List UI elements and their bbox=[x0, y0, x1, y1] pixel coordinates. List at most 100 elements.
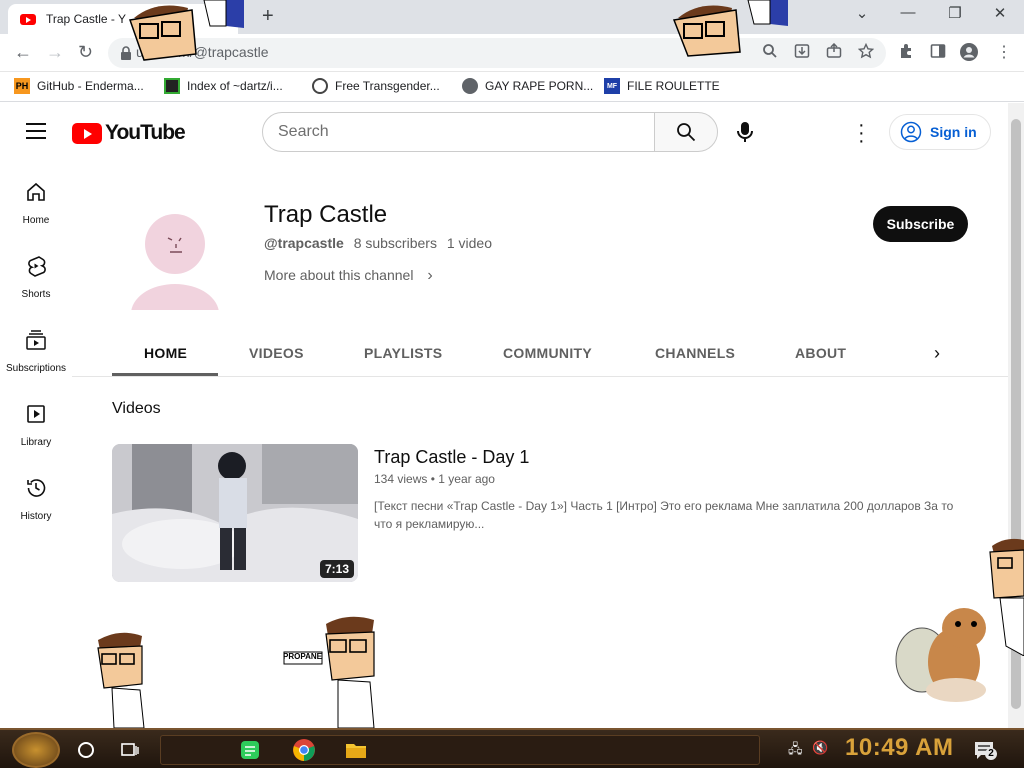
side-panel-icon[interactable] bbox=[930, 43, 946, 59]
bookmark-item[interactable]: Index of ~dartz/i... bbox=[164, 78, 283, 94]
history-icon bbox=[27, 479, 46, 497]
video-description: [Текст песни «Trap Castle - Day 1»] Част… bbox=[374, 499, 954, 531]
sign-in-label: Sign in bbox=[930, 124, 977, 140]
video-meta: 134 views • 1 year ago bbox=[374, 472, 495, 486]
bookmark-item[interactable]: MF FILE ROULETTE bbox=[604, 78, 720, 94]
logo-text: YouTube bbox=[105, 121, 186, 144]
ph-icon: PH bbox=[14, 78, 30, 94]
tab-channels[interactable]: CHANNELS bbox=[655, 345, 735, 361]
bookmark-star-icon[interactable] bbox=[858, 43, 874, 59]
cortana-icon[interactable] bbox=[74, 738, 98, 762]
cartoon-face-sticker-icon bbox=[672, 0, 788, 57]
settings-dots-icon[interactable]: · · · bbox=[858, 115, 865, 151]
tab-title: Trap Castle - Y bbox=[46, 12, 127, 26]
tab-about[interactable]: ABOUT bbox=[795, 345, 846, 361]
restore-button[interactable]: ❐ bbox=[935, 4, 975, 22]
section-title: Videos bbox=[112, 400, 161, 417]
video-duration: 7:13 bbox=[319, 560, 354, 578]
propane-sign: PROPANE bbox=[283, 652, 322, 661]
bookmark-item[interactable]: GAY RAPE PORN... bbox=[462, 78, 593, 94]
bookmarks-bar: PH GitHub - Enderma... Index of ~dartz/i… bbox=[0, 72, 1024, 102]
subscriptions-icon bbox=[26, 330, 46, 350]
tab-home[interactable]: HOME bbox=[144, 345, 187, 361]
hamster-sticker-icon bbox=[895, 608, 986, 702]
shorts-icon bbox=[28, 256, 46, 277]
bookmark-label: GitHub - Enderma... bbox=[37, 79, 144, 93]
library-icon bbox=[27, 405, 45, 423]
subscribe-button[interactable]: Subscribe bbox=[873, 206, 968, 242]
volume-muted-icon[interactable]: 🔇 bbox=[812, 740, 828, 756]
channel-tabs: HOME VIDEOS PLAYLISTS COMMUNITY CHANNELS… bbox=[72, 331, 1008, 377]
new-tab-button[interactable]: + bbox=[262, 5, 274, 28]
close-window-button[interactable]: ✕ bbox=[980, 4, 1020, 22]
sidebar-item-subscriptions[interactable]: Subscriptions bbox=[0, 329, 72, 376]
task-view-icon[interactable] bbox=[118, 738, 142, 762]
forward-arrow-icon[interactable]: → bbox=[46, 42, 64, 63]
bookmark-label: FILE ROULETTE bbox=[627, 79, 720, 93]
youtube-page: YouTube Search · · · Sign in Home Shorts S… bbox=[0, 103, 1008, 728]
bookmark-item[interactable]: PH GitHub - Enderma... bbox=[14, 78, 144, 94]
tabs-next-chevron-icon[interactable]: › bbox=[934, 343, 940, 364]
video-title[interactable]: Trap Castle - Day 1 bbox=[374, 447, 529, 468]
sidebar-label: Shorts bbox=[21, 289, 51, 300]
chrome-menu-icon[interactable]: ⋮ bbox=[996, 42, 1012, 62]
taskbar-clock[interactable]: 10:49 AM bbox=[845, 734, 953, 762]
sidebar-label: Home bbox=[22, 215, 50, 226]
more-about-channel-link[interactable]: More about this channel › bbox=[264, 267, 433, 285]
youtube-play-icon bbox=[72, 122, 102, 144]
channel-meta: @trapcastle 8 subscribers 1 video bbox=[264, 235, 492, 251]
youtube-favicon-icon bbox=[20, 13, 36, 25]
sidebar-label: Subscriptions bbox=[5, 363, 67, 374]
video-thumbnail[interactable]: 7:13 bbox=[112, 444, 358, 582]
share-icon[interactable] bbox=[826, 43, 842, 59]
channel-handle: @trapcastle bbox=[264, 235, 344, 251]
tab-videos[interactable]: VIDEOS bbox=[249, 345, 304, 361]
network-icon[interactable]: 🖧 bbox=[788, 740, 803, 762]
sidebar-item-library[interactable]: Library bbox=[0, 403, 72, 450]
tab-playlists[interactable]: PLAYLISTS bbox=[364, 345, 442, 361]
bookmark-label: Index of ~dartz/i... bbox=[187, 79, 283, 93]
cartoon-propane-man-icon bbox=[283, 616, 375, 728]
globe-icon bbox=[462, 78, 478, 94]
sidebar-item-shorts[interactable]: Shorts bbox=[0, 255, 72, 302]
cartoon-thinking-man-icon bbox=[97, 632, 145, 728]
bookmark-item[interactable]: Free Transgender... bbox=[312, 78, 440, 94]
chevron-right-icon: › bbox=[427, 267, 433, 284]
chrome-icon[interactable] bbox=[292, 738, 316, 762]
tab-search-icon[interactable]: ⌄ bbox=[842, 4, 882, 22]
channel-avatar bbox=[127, 210, 223, 310]
sidebar-label: History bbox=[20, 511, 52, 522]
cartoon-face-edge-icon bbox=[989, 538, 1024, 656]
sidebar-item-history[interactable]: History bbox=[0, 477, 72, 524]
view-count: 134 views bbox=[374, 472, 428, 486]
account-icon bbox=[900, 121, 922, 143]
notes-app-icon[interactable] bbox=[238, 738, 262, 762]
profile-avatar-icon[interactable] bbox=[960, 43, 978, 61]
mask-icon bbox=[312, 78, 328, 94]
search-input[interactable]: Search bbox=[262, 112, 655, 152]
microphone-icon[interactable] bbox=[736, 121, 754, 143]
active-tab-indicator bbox=[112, 373, 218, 376]
reload-icon[interactable]: ↻ bbox=[78, 42, 93, 63]
roulette-icon: MF bbox=[604, 78, 620, 94]
install-app-icon[interactable] bbox=[794, 43, 810, 59]
notification-count-badge: 2 bbox=[985, 748, 997, 760]
bookmark-label: GAY RAPE PORN... bbox=[485, 79, 594, 93]
start-button[interactable] bbox=[12, 732, 60, 768]
search-icon bbox=[677, 123, 696, 142]
back-arrow-icon[interactable]: ← bbox=[14, 42, 32, 63]
search-placeholder: Search bbox=[278, 123, 329, 140]
file-explorer-icon[interactable] bbox=[344, 738, 368, 762]
guide-menu-icon[interactable] bbox=[26, 123, 46, 144]
cartoon-face-sticker-icon bbox=[128, 0, 244, 61]
home-icon bbox=[27, 182, 45, 201]
sign-in-button[interactable]: Sign in bbox=[889, 114, 991, 150]
search-button[interactable] bbox=[654, 112, 718, 152]
youtube-logo[interactable]: YouTube bbox=[72, 121, 186, 145]
extensions-icon[interactable] bbox=[898, 43, 914, 59]
sidebar-item-home[interactable]: Home bbox=[0, 181, 72, 228]
tab-community[interactable]: COMMUNITY bbox=[503, 345, 592, 361]
minimize-button[interactable]: — bbox=[888, 4, 928, 21]
sidebar-label: Library bbox=[20, 437, 52, 448]
qr-icon bbox=[164, 78, 180, 94]
